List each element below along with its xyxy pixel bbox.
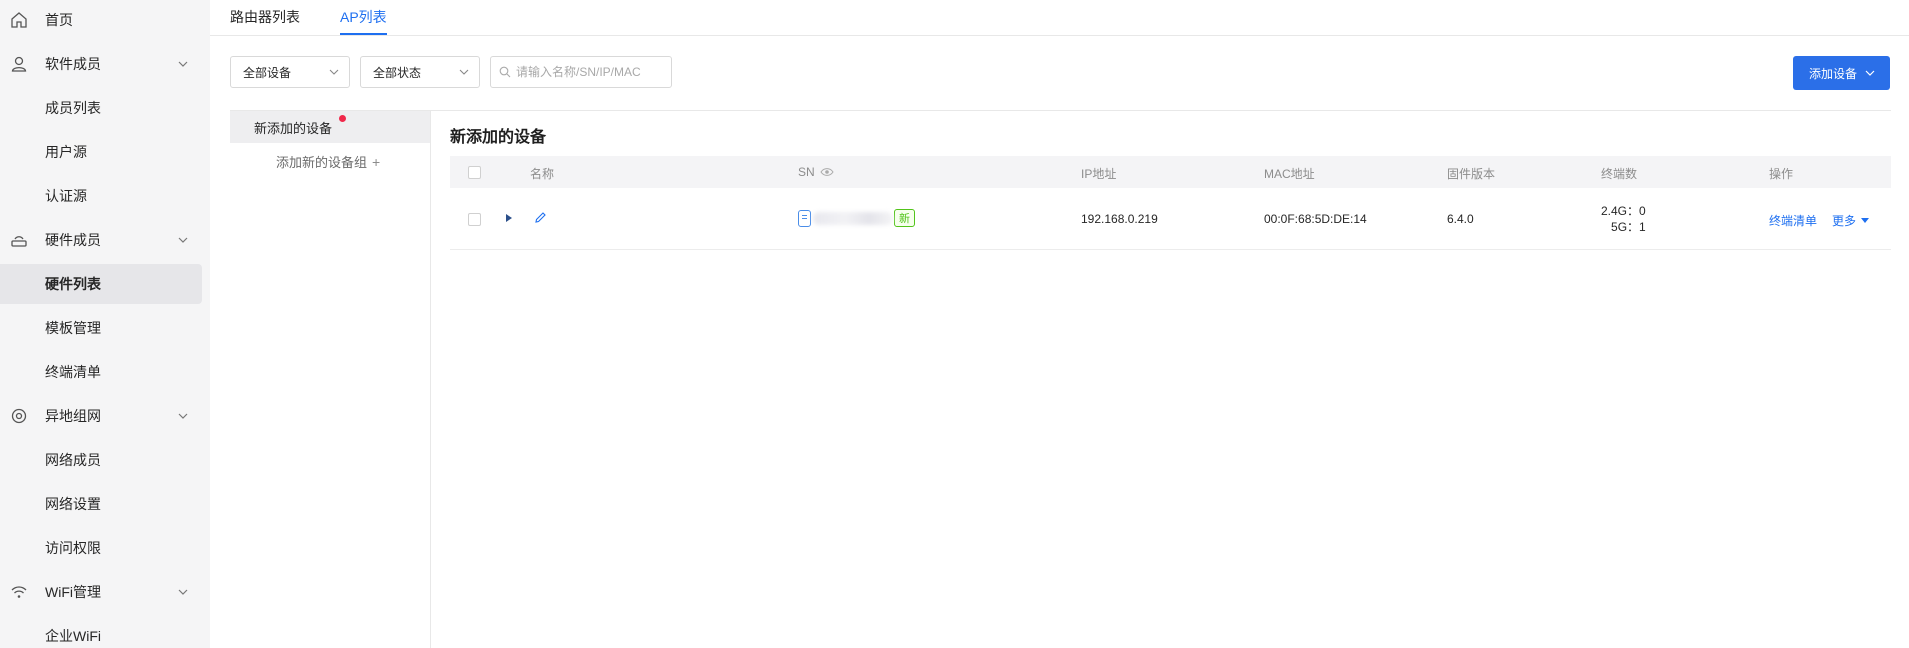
search-icon: [499, 66, 511, 78]
section-title: 新添加的设备: [450, 129, 547, 146]
sidebar-item-enterprise-wifi[interactable]: 企业WiFi: [0, 616, 202, 648]
sn-cell: 新: [798, 209, 915, 227]
network-icon: [11, 408, 27, 424]
add-device-label: 添加设备: [1809, 66, 1858, 81]
sidebar: 首页 软件成员 成员列表 用户源 认证源 硬件成员 硬件列表 模板管理 终端清单…: [0, 0, 210, 648]
sidebar-group-wifi-management[interactable]: WiFi管理: [0, 572, 202, 612]
pencil-icon[interactable]: [534, 211, 547, 224]
tab-bar: 路由器列表 AP列表: [210, 0, 1909, 36]
new-badge: 新: [894, 209, 915, 227]
column-header-sn-label: SN: [798, 165, 815, 179]
terminals-cell: 2.4G：0 5G：1: [1601, 203, 1646, 235]
search-box: [490, 56, 672, 88]
more-actions-label: 更多: [1832, 214, 1857, 228]
sidebar-group-hardware-members[interactable]: 硬件成员: [0, 220, 202, 260]
sidebar-item-network-settings[interactable]: 网络设置: [0, 484, 202, 524]
sidebar-item-label: 用户源: [45, 144, 87, 160]
sidebar-item-access-permissions[interactable]: 访问权限: [0, 528, 202, 568]
chevron-down-icon: [178, 413, 188, 419]
sidebar-item-label: 网络成员: [45, 452, 101, 468]
sidebar-item-label: WiFi管理: [45, 584, 101, 600]
sidebar-item-label: 异地组网: [45, 408, 101, 424]
sidebar-group-software-members[interactable]: 软件成员: [0, 44, 202, 84]
column-header-sn: SN: [798, 165, 834, 179]
sidebar-item-label: 硬件成员: [45, 232, 101, 248]
plus-icon: +: [372, 153, 381, 170]
group-item-label: 新添加的设备: [254, 120, 333, 136]
column-header-actions: 操作: [1769, 167, 1794, 181]
status-filter-value: 全部状态: [373, 65, 422, 80]
content-divider: [230, 110, 1891, 111]
chevron-down-icon: [1865, 70, 1875, 76]
sidebar-item-label: 软件成员: [45, 56, 101, 72]
mac-address-cell: 00:0F:68:5D:DE:14: [1264, 212, 1367, 226]
column-header-firmware: 固件版本: [1447, 167, 1496, 181]
firmware-cell: 6.4.0: [1447, 212, 1474, 226]
more-actions-dropdown[interactable]: 更多: [1832, 212, 1870, 229]
router-icon: [11, 236, 27, 247]
add-device-button[interactable]: 添加设备: [1793, 56, 1890, 90]
tab-router-list[interactable]: 路由器列表: [230, 7, 300, 27]
wifi-icon: [11, 586, 27, 598]
notification-dot: [339, 115, 346, 122]
chevron-down-icon: [178, 61, 188, 67]
column-header-name: 名称: [530, 167, 555, 181]
device-filter-select[interactable]: 全部设备: [230, 56, 350, 88]
device-filter-value: 全部设备: [243, 65, 292, 80]
sidebar-item-label: 模板管理: [45, 320, 101, 336]
panel-divider: [430, 110, 431, 648]
user-icon: [11, 56, 27, 72]
column-header-mac: MAC地址: [1264, 167, 1315, 181]
sidebar-item-home[interactable]: 首页: [0, 0, 202, 40]
sidebar-item-terminal-list[interactable]: 终端清单: [0, 352, 202, 392]
sidebar-item-label: 成员列表: [45, 100, 101, 116]
table-header: 名称 SN IP地址 MAC地址 固件版本 终端数 操作: [450, 156, 1891, 188]
select-all-checkbox[interactable]: [468, 166, 481, 179]
chevron-down-icon: [178, 589, 188, 595]
eye-icon[interactable]: [820, 167, 834, 177]
sidebar-item-network-members[interactable]: 网络成员: [0, 440, 202, 480]
chevron-down-icon: [329, 69, 339, 75]
chevron-down-icon: [178, 237, 188, 243]
column-header-ip: IP地址: [1081, 167, 1117, 181]
sidebar-item-user-source[interactable]: 用户源: [0, 132, 202, 172]
sidebar-item-label: 访问权限: [45, 540, 101, 556]
search-input[interactable]: [516, 65, 666, 79]
ip-address-cell: 192.168.0.219: [1081, 212, 1158, 226]
sidebar-group-remote-networking[interactable]: 异地组网: [0, 396, 202, 436]
row-checkbox[interactable]: [468, 213, 481, 226]
table-row: 新 192.168.0.219 00:0F:68:5D:DE:14 6.4.0 …: [450, 188, 1891, 250]
sidebar-item-label: 网络设置: [45, 496, 101, 512]
add-device-group-button[interactable]: 添加新的设备组 +: [276, 152, 380, 171]
device-tag-icon: [798, 209, 811, 227]
caret-down-icon: [1861, 218, 1870, 223]
terminals-5g: 5G：1: [1611, 220, 1646, 234]
sidebar-item-label: 首页: [45, 12, 73, 28]
caret-right-icon[interactable]: [506, 214, 512, 222]
tab-ap-list[interactable]: AP列表: [340, 7, 387, 27]
terminal-list-link[interactable]: 终端清单: [1769, 212, 1817, 229]
sidebar-item-template-management[interactable]: 模板管理: [0, 308, 202, 348]
group-item-new-devices[interactable]: 新添加的设备: [230, 111, 430, 143]
column-header-terminals: 终端数: [1601, 167, 1638, 181]
sidebar-item-auth-source[interactable]: 认证源: [0, 176, 202, 216]
sidebar-item-hardware-list[interactable]: 硬件列表: [0, 264, 202, 304]
active-tab-indicator: [340, 33, 387, 35]
chevron-down-icon: [459, 69, 469, 75]
sidebar-item-label: 认证源: [45, 188, 87, 204]
sidebar-item-label: 企业WiFi: [45, 628, 101, 644]
add-group-label: 添加新的设备组: [276, 155, 368, 170]
status-filter-select[interactable]: 全部状态: [360, 56, 480, 88]
sidebar-item-label: 硬件列表: [45, 276, 101, 292]
sidebar-item-label: 终端清单: [45, 364, 101, 380]
sn-redacted: [813, 211, 893, 225]
terminals-24g: 2.4G：0: [1601, 204, 1646, 218]
sidebar-item-member-list[interactable]: 成员列表: [0, 88, 202, 128]
home-icon: [11, 12, 27, 28]
